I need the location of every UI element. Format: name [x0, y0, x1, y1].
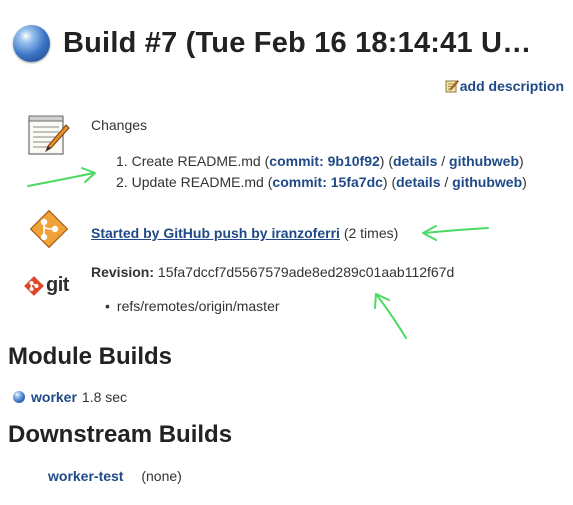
revision-hash: 15fa7dccf7d5567579ade8ed289c01aab112f67d — [157, 264, 455, 280]
revision-label: Revision: — [91, 264, 155, 280]
commit-link[interactable]: commit: 15fa7dc — [272, 174, 382, 190]
cause-link[interactable]: Started by GitHub push by iranzoferri — [91, 225, 340, 241]
cause-count: (2 times) — [343, 225, 399, 241]
arrowhead — [374, 293, 390, 309]
details-link[interactable]: details — [393, 153, 437, 169]
module-builds-heading: Module Builds — [8, 343, 172, 370]
commit-link[interactable]: commit: 9b10f92 — [269, 153, 379, 169]
arrow-annotation-cause — [423, 227, 489, 234]
page-header: Build #7 (Tue Feb 16 18:14:41 U… — [13, 18, 531, 68]
arrow-annotation-changes — [27, 172, 95, 187]
downstream-status: (none) — [141, 468, 182, 484]
build-cause: Started by GitHub push by iranzoferri (2… — [91, 225, 398, 241]
changes-label: Changes — [91, 117, 148, 133]
add-description-label: add description — [459, 78, 564, 94]
changes-list: 1. Create README.md (commit: 9b10f92) (d… — [116, 151, 527, 193]
module-duration: 1.8 sec — [81, 389, 128, 405]
git-logo-icon: git — [24, 274, 69, 297]
change-item: 1. Create README.md (commit: 9b10f92) (d… — [116, 153, 524, 169]
arrowhead — [422, 225, 437, 241]
pencil-icon — [445, 80, 459, 93]
downstream-build-row: worker-test (none) — [48, 468, 182, 484]
githubweb-link[interactable]: githubweb — [452, 174, 522, 190]
git-logo-text: git — [46, 274, 69, 296]
page-title: Build #7 (Tue Feb 16 18:14:41 U… — [63, 26, 532, 59]
module-build-row: worker 1.8 sec — [13, 389, 127, 405]
githubweb-link[interactable]: githubweb — [449, 153, 519, 169]
details-link[interactable]: details — [396, 174, 440, 190]
change-item: 2. Update README.md (commit: 15fa7dc) (d… — [116, 174, 527, 190]
refs-list: refs/remotes/origin/master — [116, 298, 280, 314]
module-link[interactable]: worker — [31, 389, 77, 405]
downstream-builds-heading: Downstream Builds — [8, 421, 233, 448]
revision: Revision: 15fa7dccf7d5567579ade8ed289c01… — [91, 264, 454, 280]
arrowhead — [81, 167, 96, 183]
github-push-icon — [29, 209, 69, 249]
notepad-pencil-icon — [28, 115, 70, 155]
arrow-annotation-revision — [375, 293, 407, 339]
blue-ball-icon — [13, 391, 25, 403]
ref-item: refs/remotes/origin/master — [116, 298, 280, 314]
add-description-link[interactable]: add description — [445, 78, 564, 94]
blue-ball-icon — [13, 24, 50, 62]
downstream-link[interactable]: worker-test — [48, 468, 123, 484]
